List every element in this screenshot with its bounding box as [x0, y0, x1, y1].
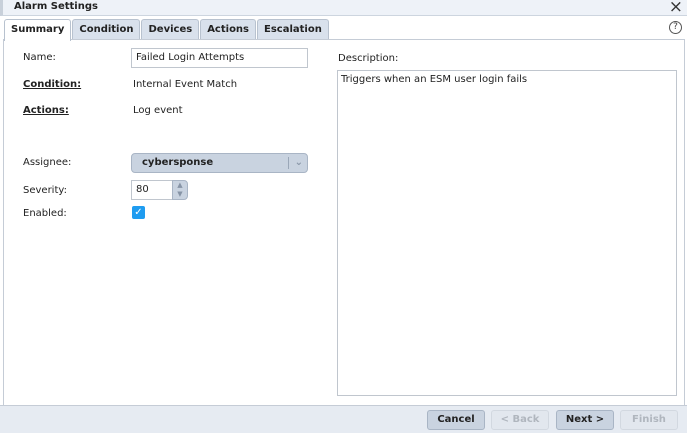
- enabled-label: Enabled:: [23, 208, 67, 219]
- close-icon[interactable]: ×: [669, 0, 683, 17]
- condition-value: Internal Event Match: [133, 79, 238, 90]
- tab-bar: Summary Condition Devices Actions Escala…: [4, 19, 330, 41]
- assignee-dropdown[interactable]: cybersponse ⌄: [131, 153, 308, 173]
- dropdown-separator: [288, 157, 289, 169]
- next-button[interactable]: Next >: [556, 410, 614, 430]
- tab-devices[interactable]: Devices: [141, 19, 200, 40]
- help-icon[interactable]: ?: [669, 21, 682, 34]
- title-bar: Alarm Settings: [0, 0, 687, 16]
- actions-link[interactable]: Actions:: [23, 105, 69, 116]
- description-textarea[interactable]: Triggers when an ESM user login fails: [337, 70, 677, 396]
- stepper-up-icon[interactable]: ▲: [173, 181, 187, 190]
- tab-escalation[interactable]: Escalation: [257, 19, 329, 40]
- stepper-down-icon[interactable]: ▼: [173, 190, 187, 199]
- severity-stepper[interactable]: ▲ ▼: [172, 180, 188, 200]
- cancel-button[interactable]: Cancel: [427, 410, 485, 430]
- assignee-label: Assignee:: [23, 157, 72, 168]
- condition-link[interactable]: Condition:: [23, 79, 81, 90]
- enabled-checkbox[interactable]: ✓: [132, 206, 145, 219]
- name-input[interactable]: Failed Login Attempts: [131, 48, 308, 68]
- back-button[interactable]: < Back: [491, 410, 549, 430]
- tab-condition[interactable]: Condition: [72, 19, 141, 40]
- actions-value: Log event: [133, 105, 183, 116]
- description-label: Description:: [338, 53, 399, 64]
- window-title: Alarm Settings: [14, 1, 98, 12]
- tab-summary[interactable]: Summary: [4, 19, 72, 41]
- severity-input[interactable]: 80: [131, 180, 173, 200]
- chevron-down-icon: ⌄: [294, 157, 303, 168]
- assignee-value: cybersponse: [142, 157, 214, 168]
- name-label: Name:: [23, 52, 56, 63]
- checkmark-icon: ✓: [134, 207, 143, 218]
- tab-actions[interactable]: Actions: [200, 19, 257, 40]
- severity-label: Severity:: [23, 185, 67, 196]
- finish-button[interactable]: Finish: [620, 410, 678, 430]
